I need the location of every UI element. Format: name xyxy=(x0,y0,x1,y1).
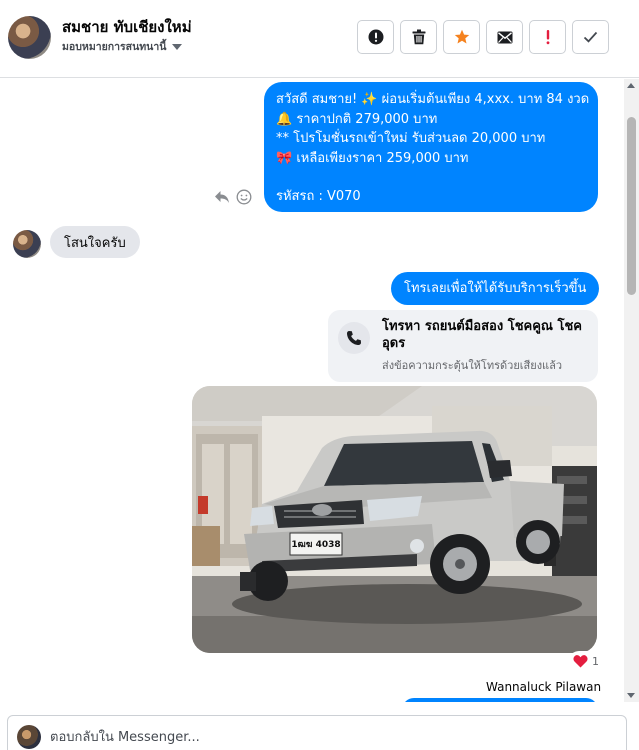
reply-input[interactable] xyxy=(50,726,590,748)
scroll-down-arrow-icon[interactable] xyxy=(627,693,635,698)
reaction-count: 1 xyxy=(592,654,599,668)
spam-button[interactable] xyxy=(529,20,566,54)
delete-button[interactable] xyxy=(400,20,437,54)
promo-code: รหัสรถ : V070 xyxy=(276,189,361,204)
conversation-header: สมชาย ทับเชียงใหม่ มอบหมายการสนทนานี้ xyxy=(0,0,639,78)
react-emoji-icon[interactable] xyxy=(236,189,252,205)
promo-line: ** โปรโมชั่นรถเข้าใหม่ รับส่วนลด 20,000 … xyxy=(276,131,546,146)
car-photo[interactable]: 1ฒฆ 4038 xyxy=(192,386,597,653)
promo-line: 🎀 เหลือเพียงราคา 259,000 บาท xyxy=(276,150,469,166)
promo-line: สวัสดี สมชาย! ✨ ผ่อนเริ่มต้นเพียง 4,xxx.… xyxy=(276,92,590,107)
promo-message[interactable]: สวัสดี สมชาย! ✨ ผ่อนเริ่มต้นเพียง 4,xxx.… xyxy=(264,82,598,212)
phone-icon xyxy=(347,331,361,345)
sender-name: Wannaluck Pilawan xyxy=(486,680,602,694)
reply-icon[interactable] xyxy=(214,190,230,204)
done-button[interactable] xyxy=(572,20,609,54)
trash-icon xyxy=(412,29,425,45)
exclamation-icon xyxy=(546,30,549,45)
call-card-title: โทรหา รถยนต์มือสอง โชคคูณ โชค อุดร xyxy=(382,319,583,351)
message-actions xyxy=(214,189,252,205)
call-prompt-text: โทรเลยเพื่อให้ได้รับบริการเร็วขึ้น xyxy=(404,280,587,296)
scroll-up-arrow-icon[interactable] xyxy=(627,83,635,88)
promo-line: 🔔 ราคาปกติ 279,000 บาท xyxy=(276,111,438,127)
call-card-subtitle: ส่งข้อความกระตุ้นให้โทรด้วยเสียงแล้ว xyxy=(382,359,563,372)
license-plate-text: 1ฒฆ 4038 xyxy=(291,540,340,550)
reply-composer xyxy=(7,715,627,750)
reaction-badge[interactable]: 1 xyxy=(569,651,603,671)
incoming-message[interactable]: โสนใจครับ xyxy=(50,226,140,258)
assign-label: มอบหมายการสนทนานี้ xyxy=(62,41,167,53)
next-message-bubble[interactable] xyxy=(402,698,598,702)
caret-down-icon xyxy=(172,43,183,50)
call-card[interactable]: โทรหา รถยนต์มือสอง โชคคูณ โชค อุดร ส่งข้… xyxy=(328,310,598,382)
contact-name[interactable]: สมชาย ทับเชียงใหม่ xyxy=(62,15,192,39)
alert-circle-icon xyxy=(368,29,383,45)
scroll-thumb[interactable] xyxy=(627,117,636,295)
assign-conversation-dropdown[interactable]: มอบหมายการสนทนานี้ xyxy=(62,38,183,55)
check-icon xyxy=(583,31,598,43)
contact-avatar[interactable] xyxy=(8,16,51,59)
mark-unread-button[interactable] xyxy=(486,20,523,54)
phone-icon-wrap xyxy=(338,322,370,354)
envelope-icon xyxy=(497,31,512,43)
heart-icon xyxy=(573,654,588,667)
contact-avatar-small[interactable] xyxy=(13,230,41,258)
report-button[interactable] xyxy=(357,20,394,54)
header-actions xyxy=(357,20,609,54)
call-prompt-message[interactable]: โทรเลยเพื่อให้ได้รับบริการเร็วขึ้น xyxy=(391,272,600,305)
incoming-message-text: โสนใจครับ xyxy=(64,235,126,251)
star-icon xyxy=(454,29,469,44)
car-photo-image: 1ฒฆ 4038 xyxy=(192,386,597,653)
message-thread[interactable]: สวัสดี สมชาย! ✨ ผ่อนเริ่มต้นเพียง 4,xxx.… xyxy=(0,79,623,702)
star-button[interactable] xyxy=(443,20,480,54)
thread-scrollbar[interactable] xyxy=(624,79,639,702)
page-avatar xyxy=(17,725,41,749)
promo-spacer xyxy=(276,168,586,187)
